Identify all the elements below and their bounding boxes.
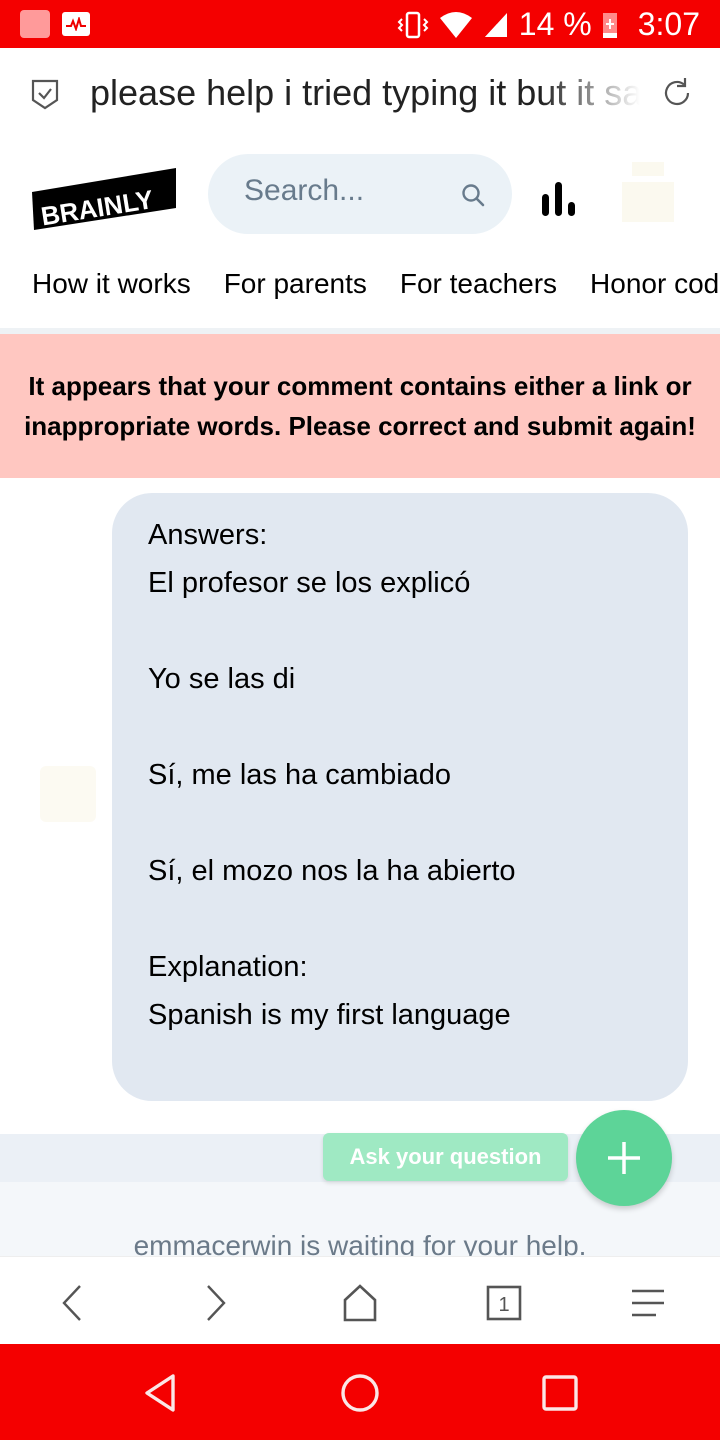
nav-how-it-works[interactable]: How it works (32, 268, 191, 300)
vibrate-icon (397, 11, 429, 38)
add-question-fab[interactable] (576, 1110, 672, 1206)
tabs-icon[interactable]: 1 (480, 1279, 528, 1327)
answer-line (148, 607, 652, 655)
brainly-logo[interactable]: BRAINLY (32, 168, 178, 230)
answer-line: Sí, el mozo nos la ha abierto (148, 855, 516, 887)
waiting-text: emmacerwin is waiting for your help. (133, 1230, 587, 1256)
search-box[interactable] (208, 154, 512, 234)
battery-percent: 14 % (518, 6, 592, 42)
activity-app-icon (62, 12, 90, 36)
avatar[interactable] (622, 162, 674, 224)
ask-question-button[interactable]: Ask your question (323, 1133, 568, 1181)
forward-icon[interactable] (192, 1279, 240, 1327)
browser-url-bar: please help i tried typing it but it say… (0, 48, 720, 144)
user-avatar (40, 766, 96, 822)
answer-line: Answers: (148, 519, 268, 551)
tab-count: 1 (498, 1294, 509, 1316)
search-icon[interactable] (460, 182, 486, 213)
home-icon[interactable] (336, 1279, 384, 1327)
battery-charging-icon (602, 12, 617, 38)
back-icon[interactable] (48, 1279, 96, 1327)
back-triangle-icon[interactable] (136, 1368, 186, 1418)
answer-line: Sí, me las ha cambiado (148, 759, 452, 791)
search-input[interactable] (244, 174, 444, 208)
browser-toolbar: 1 (0, 1256, 720, 1344)
answer-bubble: Answers: El profesor se los explicó Yo s… (112, 493, 688, 1101)
error-alert: It appears that your comment contains ei… (0, 334, 720, 478)
system-nav-bar (0, 1344, 720, 1440)
nav-for-teachers[interactable]: For teachers (400, 268, 557, 300)
url-text[interactable]: please help i tried typing it but it say… (90, 72, 640, 114)
plus-icon (608, 1142, 640, 1174)
clock: 3:07 (637, 6, 700, 42)
recents-square-icon[interactable] (535, 1368, 585, 1418)
status-bar: 14 % 3:07 (0, 0, 720, 48)
top-nav: How it works For parents For teachers Ho… (32, 268, 720, 300)
answer-line (148, 895, 652, 943)
home-circle-icon[interactable] (335, 1368, 385, 1418)
answer-line (148, 799, 652, 847)
notification-app-icon (20, 10, 50, 38)
answer-line: Yo se las di (148, 663, 296, 695)
bar-chart-icon[interactable] (540, 180, 580, 218)
answer-line: El profesor se los explicó (148, 567, 471, 599)
answer-line (148, 703, 652, 751)
reload-icon[interactable] (660, 76, 694, 115)
shield-check-icon[interactable] (30, 78, 60, 115)
site-header: BRAINLY (0, 144, 720, 244)
menu-icon[interactable] (624, 1279, 672, 1327)
answer-line: Explanation: (148, 951, 308, 983)
nav-for-parents[interactable]: For parents (224, 268, 367, 300)
answer-line: Spanish is my first language (148, 999, 511, 1031)
alert-message: It appears that your comment contains ei… (24, 371, 696, 441)
wifi-icon (439, 11, 472, 38)
cell-signal-icon (484, 12, 507, 37)
nav-honor-code[interactable]: Honor code (590, 268, 720, 300)
